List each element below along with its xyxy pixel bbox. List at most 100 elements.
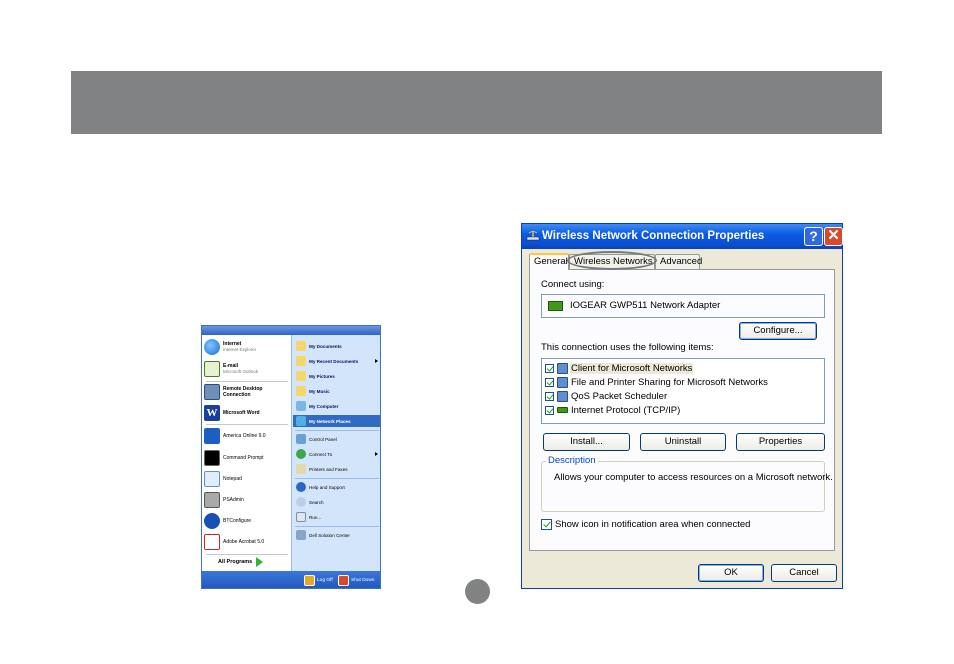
configure-button[interactable]: Configure... bbox=[739, 322, 817, 340]
list-item[interactable]: QoS Packet Scheduler bbox=[545, 389, 668, 403]
start-item-label: America Online 9.0 bbox=[223, 433, 266, 439]
protocol-icon bbox=[557, 407, 568, 413]
uninstall-button[interactable]: Uninstall bbox=[640, 433, 726, 451]
components-list[interactable]: Client for Microsoft Networks File and P… bbox=[541, 358, 825, 424]
start-right-label: My Documents bbox=[309, 343, 342, 349]
start-item-btconfigure[interactable]: BTConfigure bbox=[204, 513, 290, 529]
tab-general[interactable]: General bbox=[529, 253, 569, 270]
header-band bbox=[71, 71, 882, 134]
start-right-printers[interactable]: Printers and Faxes bbox=[293, 463, 380, 475]
start-right-run[interactable]: Run... bbox=[293, 511, 380, 523]
start-item-subtitle: Microsoft Outlook bbox=[223, 369, 259, 374]
start-right-label: Connect To bbox=[309, 451, 333, 457]
start-item-internet[interactable]: Internet Internet Explorer bbox=[204, 339, 290, 355]
key-icon bbox=[304, 575, 315, 586]
logoff-button[interactable]: Log Off bbox=[304, 575, 333, 586]
start-item-subtitle: Internet Explorer bbox=[223, 347, 257, 352]
start-right-label: Help and Support bbox=[309, 484, 345, 490]
start-menu-separator bbox=[206, 554, 288, 555]
acrobat-icon bbox=[204, 534, 220, 550]
start-right-my-network-places[interactable]: My Network Places bbox=[293, 415, 380, 427]
wireless-network-icon bbox=[526, 231, 540, 241]
start-right-label: Run... bbox=[309, 514, 322, 520]
start-item-acrobat[interactable]: Adobe Acrobat 5.0 bbox=[204, 534, 290, 550]
help-icon bbox=[296, 482, 306, 492]
computer-icon bbox=[296, 401, 306, 411]
adapter-field: IOGEAR GWP511 Network Adapter bbox=[541, 294, 825, 318]
start-menu-user-bar bbox=[202, 326, 380, 335]
search-icon bbox=[296, 497, 306, 507]
submenu-arrow-icon bbox=[375, 452, 378, 456]
all-programs-arrow-icon bbox=[256, 557, 263, 567]
description-text: Allows your computer to access resources… bbox=[554, 472, 833, 483]
item-label: Client for Microsoft Networks bbox=[570, 362, 694, 374]
close-button[interactable]: ✕ bbox=[824, 227, 843, 246]
item-checkbox[interactable] bbox=[545, 405, 554, 415]
remote-desktop-icon bbox=[204, 384, 220, 400]
start-right-recent-documents[interactable]: My Recent Documents bbox=[293, 355, 380, 367]
start-item-command-prompt[interactable]: Command Prompt bbox=[204, 450, 290, 466]
item-checkbox[interactable] bbox=[545, 363, 554, 373]
start-right-dell[interactable]: Dell Solution Center bbox=[293, 529, 380, 541]
start-right-help[interactable]: Help and Support bbox=[293, 481, 380, 493]
printer-icon bbox=[296, 464, 306, 474]
start-menu-separator bbox=[206, 424, 288, 425]
start-right-my-pictures[interactable]: My Pictures bbox=[293, 370, 380, 382]
start-right-my-documents[interactable]: My Documents bbox=[293, 340, 380, 352]
dell-icon bbox=[296, 530, 306, 540]
start-right-control-panel[interactable]: Control Panel bbox=[293, 433, 380, 445]
item-label: File and Printer Sharing for Microsoft N… bbox=[571, 376, 768, 388]
install-button[interactable]: Install... bbox=[543, 433, 630, 451]
connect-using-label: Connect using: bbox=[541, 279, 605, 290]
list-item[interactable]: Internet Protocol (TCP/IP) bbox=[545, 403, 681, 417]
start-right-search[interactable]: Search bbox=[293, 496, 380, 508]
control-panel-icon bbox=[296, 434, 306, 444]
ok-button[interactable]: OK bbox=[698, 564, 764, 582]
run-icon bbox=[296, 512, 306, 522]
start-item-psadmin[interactable]: PSAdmin bbox=[204, 492, 290, 508]
items-label: This connection uses the following items… bbox=[541, 342, 714, 353]
start-right-connect-to[interactable]: Connect To bbox=[293, 448, 380, 460]
start-item-email[interactable]: E-mail Microsoft Outlook bbox=[204, 361, 290, 377]
start-item-label: Adobe Acrobat 5.0 bbox=[223, 539, 265, 545]
aol-icon bbox=[204, 428, 220, 444]
start-right-label: My Network Places bbox=[309, 418, 351, 424]
start-item-label: Command Prompt bbox=[223, 455, 264, 461]
show-icon-label[interactable]: Show icon in notification area when conn… bbox=[555, 519, 750, 530]
notepad-icon bbox=[204, 471, 220, 487]
start-right-label: My Music bbox=[309, 388, 330, 394]
start-item-aol[interactable]: America Online 9.0 bbox=[204, 428, 290, 444]
list-item[interactable]: Client for Microsoft Networks bbox=[545, 361, 694, 375]
logoff-label: Log Off bbox=[317, 578, 333, 583]
tab-advanced[interactable]: Advanced bbox=[655, 254, 702, 269]
start-item-title: Remote Desktop Connection bbox=[223, 386, 263, 398]
start-item-notepad[interactable]: Notepad bbox=[204, 471, 290, 487]
description-legend: Description bbox=[546, 455, 598, 466]
start-menu-separator bbox=[206, 381, 288, 382]
word-icon: W bbox=[204, 405, 220, 421]
item-checkbox[interactable] bbox=[545, 391, 554, 401]
folder-icon bbox=[296, 341, 306, 351]
start-item-title: Microsoft Word bbox=[223, 410, 260, 416]
submenu-arrow-icon bbox=[375, 359, 378, 363]
list-item[interactable]: File and Printer Sharing for Microsoft N… bbox=[545, 375, 769, 389]
start-right-my-music[interactable]: My Music bbox=[293, 385, 380, 397]
power-icon bbox=[338, 575, 349, 586]
dialog-title: Wireless Network Connection Properties bbox=[542, 230, 765, 242]
show-icon-checkbox[interactable] bbox=[541, 519, 552, 530]
start-item-remote-desktop[interactable]: Remote Desktop Connection bbox=[204, 384, 290, 400]
start-item-word[interactable]: W Microsoft Word bbox=[204, 405, 290, 421]
shutdown-button[interactable]: Shut Down bbox=[338, 575, 374, 586]
start-right-my-computer[interactable]: My Computer bbox=[293, 400, 380, 412]
all-programs-button[interactable]: All Programs bbox=[218, 559, 252, 565]
help-button[interactable]: ? bbox=[804, 227, 823, 246]
cancel-button[interactable]: Cancel bbox=[771, 564, 837, 582]
outlook-icon bbox=[204, 361, 220, 377]
properties-button[interactable]: Properties bbox=[736, 433, 825, 451]
start-item-label: BTConfigure bbox=[223, 518, 252, 524]
start-right-label: My Recent Documents bbox=[309, 358, 359, 364]
dialog-titlebar[interactable]: Wireless Network Connection Properties ?… bbox=[522, 224, 843, 249]
item-checkbox[interactable] bbox=[545, 377, 554, 387]
adapter-name: IOGEAR GWP511 Network Adapter bbox=[570, 300, 721, 311]
general-tab-panel: Connect using: IOGEAR GWP511 Network Ada… bbox=[529, 269, 835, 551]
